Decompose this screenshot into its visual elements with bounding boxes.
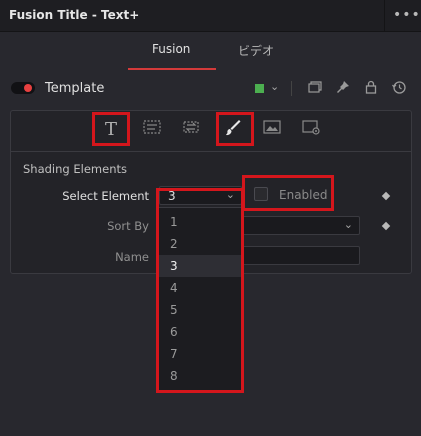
tool-icon-bar: T	[11, 111, 411, 151]
highlight-enabled	[242, 175, 334, 211]
transform-tool-icon[interactable]	[178, 118, 204, 142]
highlight-dropdown	[156, 188, 244, 393]
toolbar-separator	[291, 81, 292, 96]
tab-fusion[interactable]: Fusion	[152, 42, 190, 56]
reset-icon[interactable]	[390, 79, 408, 97]
toggle-dot	[24, 84, 32, 92]
select-element-label: Select Element	[62, 189, 149, 203]
lock-icon[interactable]	[362, 79, 380, 97]
pin-icon[interactable]	[334, 79, 352, 97]
chevron-down-icon[interactable]: ⌄	[270, 80, 279, 93]
layout-tool-icon[interactable]	[139, 118, 165, 142]
window-icon[interactable]	[306, 79, 324, 97]
chevron-down-icon: ⌄	[343, 218, 353, 231]
window-title: Fusion Title - Text+	[9, 8, 140, 22]
template-row: Template ⌄	[0, 73, 421, 103]
highlight-text-tool	[92, 112, 130, 146]
more-options-icon[interactable]: •••	[393, 7, 421, 23]
settings-tool-icon[interactable]	[298, 118, 324, 142]
tab-video[interactable]: ビデオ	[238, 42, 274, 59]
title-separator	[384, 0, 385, 32]
template-label: Template	[45, 81, 105, 96]
template-enable-toggle[interactable]	[11, 82, 35, 94]
keyframe-diamond-icon[interactable]	[381, 191, 391, 201]
tab-bar: Fusion ビデオ	[0, 33, 421, 71]
section-title: Shading Elements	[23, 162, 127, 176]
title-bar: Fusion Title - Text+ •••	[0, 0, 421, 32]
image-tool-icon[interactable]	[259, 118, 285, 142]
active-tab-indicator	[128, 68, 216, 70]
highlight-shading-tool	[216, 112, 254, 146]
keyframe-diamond-icon[interactable]	[381, 221, 391, 231]
panel-divider	[11, 151, 411, 152]
name-label: Name	[115, 250, 149, 264]
sort-by-label: Sort By	[107, 219, 149, 233]
color-swatch[interactable]	[255, 84, 264, 93]
